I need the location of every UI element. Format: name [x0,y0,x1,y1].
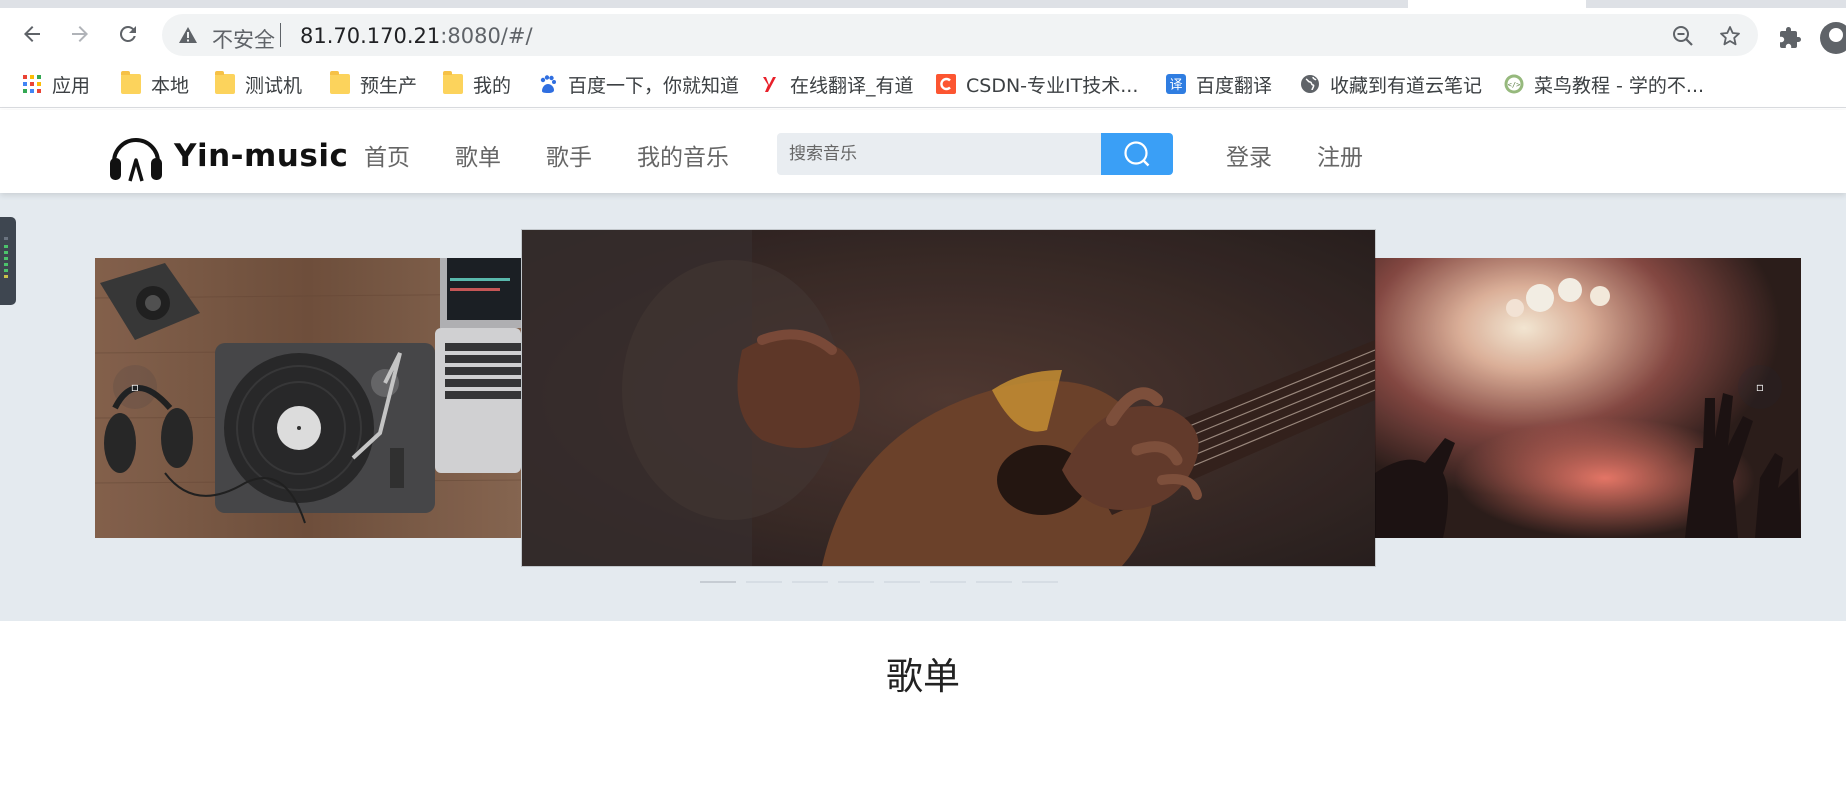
search-input[interactable] [777,133,1101,175]
security-status-label[interactable]: 不安全 [212,24,275,54]
bookmark-label: 测试机 [245,74,303,97]
guitar-hands-image [522,230,1375,566]
site-search [777,133,1173,175]
site-logo[interactable]: Yin-music [106,126,348,186]
carousel-indicator[interactable] [792,581,828,583]
apps-grid-icon [23,75,41,93]
nav-playlists[interactable]: 歌单 [455,138,501,172]
folder-icon [121,71,141,94]
brand-name: Yin-music [174,138,349,174]
tab-strip [0,0,1846,8]
carousel-slide-concert[interactable] [1375,258,1801,538]
reload-button[interactable] [114,20,142,48]
folder-icon [443,71,463,94]
svg-text:</>: </> [1508,81,1521,89]
address-divider [280,23,281,47]
bookmark-folder-local[interactable]: 本地 [121,71,190,97]
carousel-next-button[interactable]: ▫ [1738,365,1782,409]
nav-my-music[interactable]: 我的音乐 [637,138,729,172]
bookmark-folder-preprod[interactable]: 预生产 [330,71,418,97]
bookmark-label: 菜鸟教程 - 学的不... [1534,74,1705,97]
forward-arrow-icon [72,26,88,42]
banner-carousel: ▫ ▫ [0,193,1846,621]
carousel-slide-guitar[interactable] [522,230,1375,566]
bookmark-folder-mine[interactable]: 我的 [443,71,512,97]
svg-text:译: 译 [1169,78,1182,93]
carousel-indicator[interactable] [976,581,1012,583]
search-icon [1124,141,1150,167]
baidu-translate-icon: 译 [1166,74,1186,94]
bookmark-label: 我的 [473,74,512,97]
carousel-indicator[interactable] [1022,581,1058,583]
address-bar[interactable]: 不安全 81.70.170.21:8080/#/ [162,14,1758,56]
carousel-indicators [700,581,1058,583]
csdn-icon [936,74,956,94]
carousel-slide-turntable[interactable] [95,258,521,538]
extensions-puzzle-icon[interactable] [1778,26,1802,50]
headphones-icon [110,138,162,182]
login-link[interactable]: 登录 [1226,138,1272,172]
bookmark-star-icon[interactable] [1718,24,1742,48]
carousel-prev-button[interactable]: ▫ [113,365,157,409]
turntable-desk-image [95,258,521,538]
bookmark-label: 百度一下，你就知道 [568,74,740,97]
folder-icon [215,71,235,94]
bookmark-label: 预生产 [360,74,418,97]
bookmark-label: 百度翻译 [1196,74,1273,97]
back-button[interactable] [18,20,46,48]
carousel-indicator[interactable] [930,581,966,583]
bookmarks-bar: 应用 本地 测试机 预生产 我的 百度一下，你就知道 在线翻译_有道 CSDN-… [0,60,1846,108]
concert-lights-image [1375,258,1801,538]
nav-singers[interactable]: 歌手 [546,138,592,172]
bookmark-runoob[interactable]: </> 菜鸟教程 - 学的不... [1504,72,1705,97]
carousel-indicator[interactable] [700,581,736,583]
reload-icon [119,25,136,42]
url-text[interactable]: 81.70.170.21:8080/#/ [300,24,533,48]
playlist-section-title: 歌单 [886,655,960,698]
bookmark-label: 收藏到有道云笔记 [1330,74,1483,97]
chevron-left-icon: ▫ [130,380,140,394]
browser-toolbar: 不安全 81.70.170.21:8080/#/ [0,8,1846,60]
bookmark-label: 本地 [151,74,190,97]
youdao-icon [763,77,776,92]
bookmark-label: 应用 [52,74,91,97]
back-arrow-icon [24,26,40,42]
globe-icon [1301,75,1319,93]
bookmark-folder-test[interactable]: 测试机 [215,71,303,97]
warning-triangle-icon [179,27,197,43]
baidu-paw-icon [540,75,556,93]
bookmark-youdao-note[interactable]: 收藏到有道云笔记 [1300,72,1483,97]
bookmark-label: 在线翻译_有道 [790,74,914,97]
profile-avatar-icon[interactable] [1820,22,1846,54]
url-host: 81.70.170.21 [300,24,441,48]
register-link[interactable]: 注册 [1317,138,1363,172]
carousel-indicator[interactable] [838,581,874,583]
url-path: :8080/#/ [440,24,533,48]
zoom-out-icon[interactable] [1672,25,1694,47]
site-header: Yin-music 首页 歌单 歌手 我的音乐 登录 注册 [0,110,1846,193]
bookmark-apps[interactable]: 应用 [22,72,91,97]
carousel-indicator[interactable] [884,581,920,583]
bookmark-baidu-translate[interactable]: 译 百度翻译 [1166,72,1273,97]
bookmark-label: CSDN-专业IT技术... [966,74,1139,97]
carousel-indicator[interactable] [746,581,782,583]
folder-icon [330,71,350,94]
chevron-right-icon: ▫ [1755,380,1765,394]
bookmark-youdao[interactable]: 在线翻译_有道 [760,72,914,97]
runoob-icon: </> [1504,74,1524,94]
bookmark-baidu[interactable]: 百度一下，你就知道 [538,72,740,97]
forward-button[interactable] [66,20,94,48]
active-tab[interactable] [1408,0,1586,8]
search-button[interactable] [1101,133,1173,175]
bookmark-csdn[interactable]: CSDN-专业IT技术... [936,72,1139,97]
side-audio-widget[interactable] [0,217,16,305]
nav-home[interactable]: 首页 [364,138,410,172]
